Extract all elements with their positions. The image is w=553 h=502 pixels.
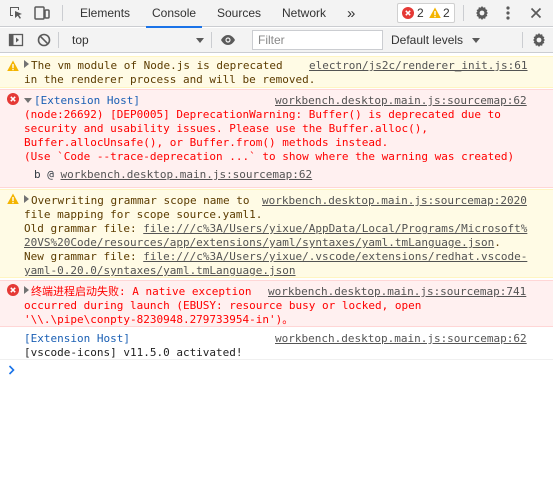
- message-text: in the renderer process and will be remo…: [24, 73, 316, 86]
- message-text: '\\.\pipe\conpty-8230948.279733954-in')。: [24, 313, 294, 326]
- log-levels-label: Default levels: [391, 33, 464, 47]
- message-text: [vscode-icons] v11.5.0 activated!: [24, 346, 243, 359]
- message-text: occurred during launch (EBUSY: resource …: [24, 299, 422, 312]
- message-source-link[interactable]: electron/js2c/renderer_init.js:61: [309, 59, 528, 73]
- tab-sources[interactable]: Sources: [217, 0, 261, 27]
- expand-triangle-icon[interactable]: [24, 195, 29, 203]
- more-options-icon[interactable]: [500, 5, 516, 21]
- warning-icon: [7, 193, 19, 205]
- message-text[interactable]: Overwriting grammar scope name to: [24, 194, 250, 208]
- divider: [58, 32, 59, 48]
- console-message-info: [Extension Host] workbench.desktop.main.…: [0, 328, 553, 360]
- message-text[interactable]: 终端进程启动失败: A native exception: [24, 285, 251, 299]
- divider: [62, 5, 63, 21]
- message-source-link[interactable]: workbench.desktop.main.js:sourcemap:62: [275, 94, 527, 108]
- warning-count: 2: [443, 6, 450, 20]
- old-grammar-file-link[interactable]: file:///c%3A/Users/yixue/AppData/Local/P…: [143, 222, 527, 235]
- new-grammar-file-link[interactable]: yaml-0.20.0/syntaxes/yaml.tmLanguage.jso…: [24, 264, 296, 277]
- collapse-triangle-icon[interactable]: [24, 98, 32, 103]
- error-icon: [7, 284, 19, 296]
- message-line: (node:26692) [DEP0005] DeprecationWarnin…: [24, 108, 501, 121]
- message-text[interactable]: The vm module of Node.js is deprecated: [24, 59, 283, 73]
- tab-network[interactable]: Network: [282, 0, 326, 27]
- console-toolbar: top Default levels: [0, 28, 553, 53]
- devtools-tabbar: Elements Console Sources Network » 2 2: [0, 0, 553, 28]
- warning-icon: [429, 7, 441, 22]
- message-text: New grammar file: file:///c%3A/Users/yix…: [24, 250, 528, 263]
- message-header[interactable]: [Extension Host]: [24, 94, 140, 108]
- message-text: 20VS%20Code/resources/app/extensions/yam…: [24, 236, 501, 249]
- clear-console-icon[interactable]: [36, 32, 52, 48]
- console-message-error: 终端进程启动失败: A native exception workbench.d…: [0, 280, 553, 327]
- message-line: security and usability issues. Please us…: [24, 122, 428, 135]
- expand-triangle-icon[interactable]: [24, 286, 29, 294]
- new-grammar-file-link[interactable]: file:///c%3A/Users/yixue/.vscode/extensi…: [143, 250, 527, 263]
- settings-gear-icon[interactable]: [474, 5, 490, 21]
- inspect-element-icon[interactable]: [8, 5, 24, 21]
- error-count: 2: [417, 6, 424, 20]
- console-message-error: [Extension Host] workbench.desktop.main.…: [0, 89, 553, 188]
- message-source-link[interactable]: workbench.desktop.main.js:sourcemap:2020: [262, 194, 527, 208]
- message-source-link[interactable]: workbench.desktop.main.js:sourcemap:62: [275, 332, 527, 346]
- context-select[interactable]: top: [65, 30, 208, 50]
- log-levels-select[interactable]: Default levels: [391, 30, 483, 50]
- divider: [463, 5, 464, 21]
- message-header: [Extension Host]: [24, 332, 130, 345]
- old-grammar-file-link[interactable]: 20VS%20Code/resources/app/extensions/yam…: [24, 236, 494, 249]
- message-text: yaml-0.20.0/syntaxes/yaml.tmLanguage.jso…: [24, 264, 296, 278]
- stack-frame: b @ workbench.desktop.main.js:sourcemap:…: [34, 168, 313, 181]
- eye-icon[interactable]: [220, 32, 236, 48]
- tab-elements[interactable]: Elements: [80, 0, 130, 27]
- stack-frame-link[interactable]: workbench.desktop.main.js:sourcemap:62: [61, 168, 313, 181]
- console-settings-gear-icon[interactable]: [531, 32, 547, 48]
- divider: [211, 32, 212, 48]
- chevron-down-icon: [472, 38, 480, 43]
- message-text: Old grammar file: file:///c%3A/Users/yix…: [24, 222, 528, 235]
- message-text: file mapping for scope source.yaml1.: [24, 208, 263, 221]
- error-icon: [402, 7, 414, 22]
- message-line: (Use `Code --trace-deprecation ...` to s…: [24, 150, 515, 163]
- warning-icon: [7, 60, 19, 72]
- message-source-link[interactable]: workbench.desktop.main.js:sourcemap:741: [268, 285, 526, 299]
- close-icon[interactable]: [528, 5, 544, 21]
- console-message-warning: The vm module of Node.js is deprecated e…: [0, 56, 553, 88]
- console-prompt-chevron-icon[interactable]: [8, 364, 16, 375]
- filter-input[interactable]: [252, 30, 383, 50]
- sidebar-toggle-icon[interactable]: [8, 32, 24, 48]
- context-value: top: [72, 33, 89, 47]
- expand-triangle-icon[interactable]: [24, 60, 29, 68]
- message-line: Buffer.allocUnsafe(), or Buffer.from() m…: [24, 136, 389, 149]
- device-toolbar-icon[interactable]: [34, 5, 50, 21]
- error-icon: [7, 93, 19, 105]
- divider: [522, 32, 523, 48]
- issues-badge[interactable]: 2 2: [397, 3, 455, 23]
- tab-console[interactable]: Console: [145, 0, 203, 28]
- console-message-warning: Overwriting grammar scope name to workbe…: [0, 189, 553, 278]
- more-tabs-button[interactable]: »: [347, 0, 355, 27]
- chevron-down-icon: [196, 38, 204, 43]
